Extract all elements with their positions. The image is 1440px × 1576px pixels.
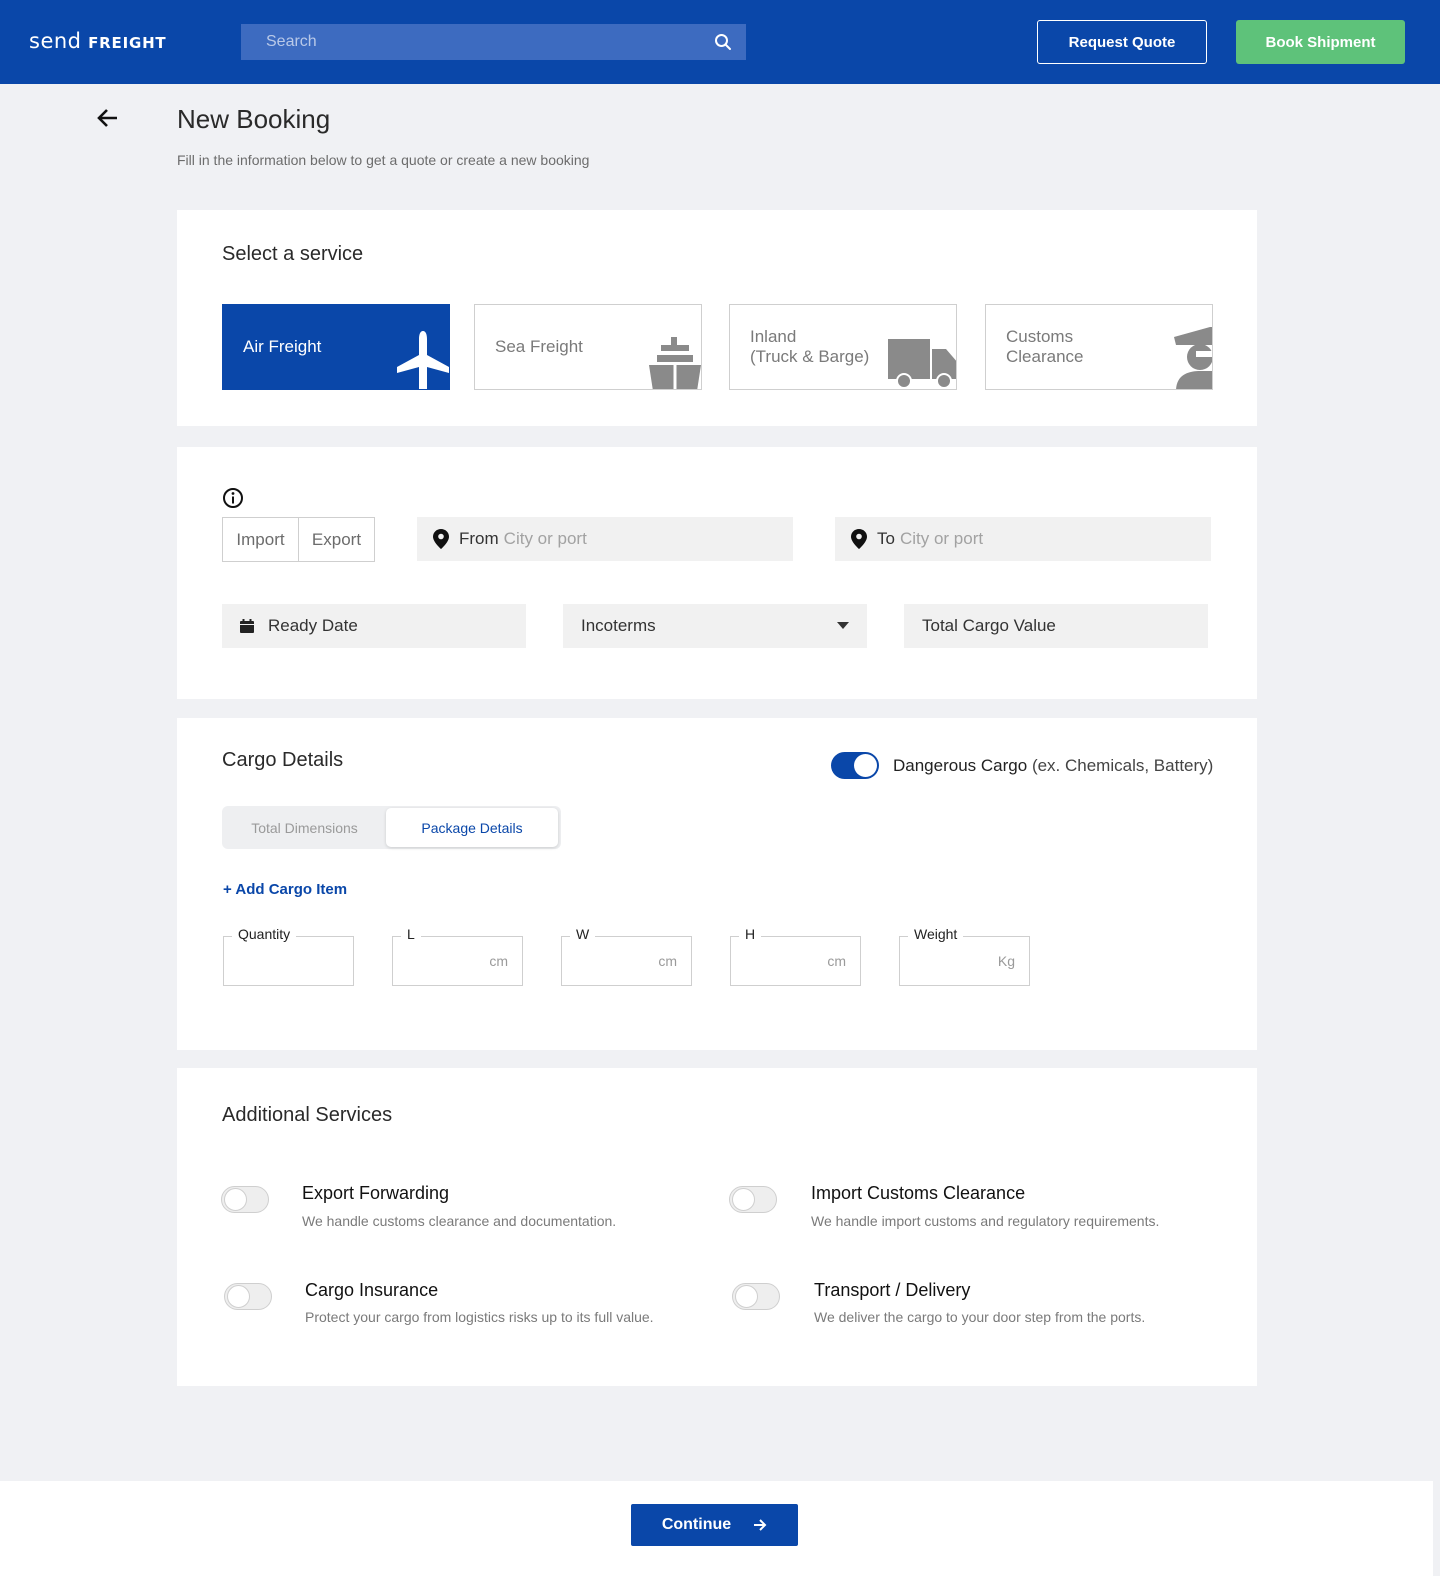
total-cargo-value-field[interactable]: Total Cargo Value xyxy=(904,604,1208,648)
cargo-card: Cargo Details Dangerous Cargo (ex. Chemi… xyxy=(177,718,1257,1050)
export-forwarding-title: Export Forwarding xyxy=(302,1183,450,1203)
service-sea-freight[interactable]: Sea Freight xyxy=(474,304,702,390)
to-placeholder: City or port xyxy=(899,529,984,548)
from-field[interactable]: From City or port xyxy=(417,517,793,561)
import-option[interactable]: Import xyxy=(223,518,298,561)
ready-date-field[interactable]: Ready Date xyxy=(222,604,526,648)
service-label: Customs Clearance xyxy=(1006,327,1084,367)
footer-bar: Continue xyxy=(0,1481,1433,1576)
cargo-insurance-toggle[interactable] xyxy=(224,1283,272,1310)
service-label: Inland (Truck & Barge) xyxy=(750,327,869,367)
transport-delivery-desc: We deliver the cargo to your door step f… xyxy=(814,1309,1146,1325)
weight-input[interactable]: Weight Kg xyxy=(899,926,1030,986)
length-input[interactable]: L cm xyxy=(392,926,523,986)
quantity-input[interactable]: Quantity xyxy=(223,926,354,986)
toggle-knob xyxy=(735,1285,758,1308)
service-inland[interactable]: Inland (Truck & Barge) xyxy=(729,304,957,390)
width-label: W xyxy=(570,926,596,942)
service-label: Air Freight xyxy=(243,337,322,356)
top-navbar: send FREIGHT Request Quote Book Shipment xyxy=(0,0,1440,84)
toggle-knob xyxy=(854,754,877,777)
service-label: Sea Freight xyxy=(495,337,583,356)
caret-down-icon xyxy=(837,622,849,629)
transport-delivery-title: Transport / Delivery xyxy=(814,1280,971,1300)
from-placeholder: City or port xyxy=(503,529,587,548)
search-icon[interactable] xyxy=(714,33,732,51)
weight-label: Weight xyxy=(908,926,964,942)
service-label-line1: Customs xyxy=(1006,327,1074,346)
weight-unit: Kg xyxy=(997,953,1015,969)
toggle-knob xyxy=(224,1188,247,1211)
request-quote-button[interactable]: Request Quote xyxy=(1037,20,1207,64)
height-label: H xyxy=(739,926,762,942)
transport-delivery-toggle[interactable] xyxy=(732,1283,780,1310)
incoterms-select[interactable]: Incoterms xyxy=(563,604,867,648)
airplane-icon xyxy=(397,331,449,389)
width-unit: cm xyxy=(658,953,677,969)
cargo-insurance-desc: Protect your cargo from logistics risks … xyxy=(305,1309,654,1325)
to-label: To xyxy=(877,529,895,548)
tab-total-dimensions[interactable]: Total Dimensions xyxy=(224,808,385,847)
service-label-line2: Clearance xyxy=(1006,347,1084,366)
ship-icon xyxy=(649,337,701,389)
location-pin-icon xyxy=(433,529,449,549)
height-unit: cm xyxy=(827,953,846,969)
search-input[interactable] xyxy=(266,33,714,51)
export-option[interactable]: Export xyxy=(298,518,374,561)
customs-officer-icon xyxy=(1174,327,1212,389)
from-label: From xyxy=(459,529,499,548)
dangerous-cargo-label: Dangerous Cargo (ex. Chemicals, Battery) xyxy=(893,756,1213,776)
import-customs-clearance-desc: We handle import customs and regulatory … xyxy=(811,1213,1160,1229)
service-card: Select a service Air Freight Sea Freight… xyxy=(177,210,1257,426)
dangerous-cargo-text: Dangerous Cargo xyxy=(893,756,1028,775)
toggle-knob xyxy=(732,1188,755,1211)
total-cargo-value-label: Total Cargo Value xyxy=(922,616,1056,635)
cargo-insurance-title: Cargo Insurance xyxy=(305,1280,439,1300)
additional-services-title: Additional Services xyxy=(222,1104,393,1126)
logo-freight: FREIGHT xyxy=(88,34,167,52)
cargo-tabs: Total Dimensions Package Details xyxy=(222,806,561,849)
location-pin-icon xyxy=(851,529,867,549)
export-forwarding-toggle[interactable] xyxy=(221,1186,269,1213)
route-card: Import Export From City or port To City … xyxy=(177,447,1257,699)
service-label-line1: Inland xyxy=(750,327,797,346)
search-bar xyxy=(241,24,746,60)
height-input[interactable]: H cm xyxy=(730,926,861,986)
additional-services-card: Additional Services Export Forwarding We… xyxy=(177,1068,1257,1386)
book-shipment-button[interactable]: Book Shipment xyxy=(1236,20,1405,64)
truck-icon xyxy=(888,339,956,389)
service-title: Select a service xyxy=(222,243,364,265)
page-title: New Booking xyxy=(177,104,331,134)
tab-package-details[interactable]: Package Details xyxy=(386,808,558,847)
info-icon[interactable] xyxy=(222,487,244,509)
incoterms-label: Incoterms xyxy=(581,616,656,635)
export-forwarding-desc: We handle customs clearance and document… xyxy=(302,1213,617,1229)
calendar-icon xyxy=(240,619,254,633)
length-unit: cm xyxy=(489,953,508,969)
dangerous-cargo-hint: (ex. Chemicals, Battery) xyxy=(1031,756,1214,775)
arrow-right-icon xyxy=(754,1519,767,1531)
width-input[interactable]: W cm xyxy=(561,926,692,986)
cargo-title: Cargo Details xyxy=(222,749,344,771)
import-export-toggle: Import Export xyxy=(222,517,375,562)
add-cargo-item-link[interactable]: + Add Cargo Item xyxy=(223,881,347,898)
import-customs-clearance-toggle[interactable] xyxy=(729,1186,777,1213)
service-air-freight[interactable]: Air Freight xyxy=(222,304,450,390)
logo[interactable]: send FREIGHT xyxy=(29,28,166,54)
to-field[interactable]: To City or port xyxy=(835,517,1211,561)
continue-label: Continue xyxy=(661,1516,732,1533)
import-customs-clearance-title: Import Customs Clearance xyxy=(811,1183,1026,1203)
service-customs-clearance[interactable]: Customs Clearance xyxy=(985,304,1213,390)
page-subtitle: Fill in the information below to get a q… xyxy=(177,152,590,168)
back-arrow-icon[interactable] xyxy=(96,107,120,129)
continue-button[interactable]: Continue xyxy=(631,1504,798,1546)
logo-send: send xyxy=(29,29,82,53)
dangerous-cargo-toggle[interactable] xyxy=(831,752,879,779)
service-label-line2: (Truck & Barge) xyxy=(750,347,870,366)
ready-date-label: Ready Date xyxy=(268,616,358,635)
quantity-label: Quantity xyxy=(232,926,297,942)
length-label: L xyxy=(401,926,421,942)
toggle-knob xyxy=(227,1285,250,1308)
